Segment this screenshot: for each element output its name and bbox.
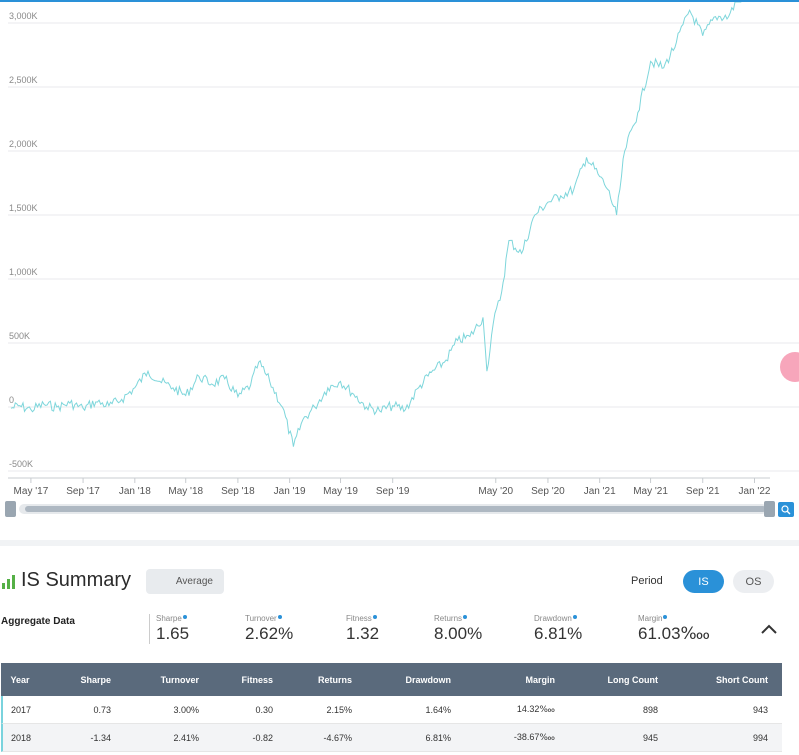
pnl-chart[interactable]: 3,000K 2,500K 2,000K 1,500K 1,000K 500K 0 -500K… (0, 2, 799, 502)
table-cell: 994 (752, 732, 768, 743)
column-header[interactable]: Drawdown (352, 675, 451, 685)
column-header[interactable]: Turnover (111, 675, 199, 685)
x-tick-label: May '19 (323, 486, 358, 497)
y-tick-label: 2,500K (9, 75, 38, 85)
table-cell: 945 (642, 732, 658, 743)
metric-value: 6.81% (534, 624, 583, 643)
navigator-right-handle[interactable] (764, 501, 775, 517)
metric-label: Margin (638, 614, 663, 623)
period-is-button[interactable]: IS (683, 570, 724, 593)
table-cell: 2.15% (326, 704, 352, 715)
column-header[interactable]: Fitness (199, 675, 273, 685)
info-dot-icon[interactable] (463, 615, 468, 619)
metric-label: Turnover (245, 614, 277, 623)
series-line[interactable] (10, 2, 742, 447)
table-cell: 898 (642, 704, 658, 715)
table-cell: 14.32‱ (516, 704, 555, 714)
y-tick-label: -500K (9, 459, 33, 469)
bar-chart-icon (2, 575, 15, 589)
info-dot-icon[interactable] (572, 615, 577, 619)
section-divider (0, 540, 799, 546)
table-header: Year Sharpe Turnover Fitness Returns Dra… (1, 663, 782, 696)
chevron-up-icon[interactable] (760, 622, 778, 636)
x-tick-label: Sep '21 (686, 486, 720, 497)
metric-turnover: Turnover 2.62% (245, 614, 293, 644)
table-cell: 2.41% (173, 732, 199, 743)
zoom-icon (781, 504, 791, 514)
table-row: 2018 -1.34 2.41% -0.82 -4.67% 6.81% -38.… (1, 724, 782, 752)
x-tick-label: Sep '19 (376, 486, 410, 497)
x-tick-label: Jan '19 (274, 486, 306, 497)
metric-label: Sharpe (156, 614, 182, 623)
info-dot-icon[interactable] (277, 615, 282, 619)
aggregate-data-label: Aggregate Data (1, 616, 75, 627)
metric-drawdown: Drawdown 6.81% (534, 614, 582, 644)
x-tick-label: May '17 (14, 486, 49, 497)
table-cell: 6.81% (425, 732, 451, 743)
metric-value: 1.65 (156, 624, 190, 643)
y-tick-label: 0 (9, 395, 14, 405)
metric-label: Fitness (346, 614, 372, 623)
y-tick-label: 2,000K (9, 139, 38, 149)
x-tick-label: Sep '17 (66, 486, 100, 497)
table-cell: 1.64% (425, 704, 451, 715)
column-header[interactable]: Sharpe (39, 675, 111, 685)
table-cell: 3.00% (173, 704, 199, 715)
chart-navigator-scrollbar[interactable] (5, 501, 775, 517)
x-tick-label: May '18 (168, 486, 203, 497)
y-tick-label: 3,000K (9, 11, 38, 21)
x-tick-label: Sep '20 (531, 486, 565, 497)
x-tick-label: Jan '18 (119, 486, 151, 497)
x-tick-label: May '20 (478, 486, 513, 497)
table-cell: 943 (752, 704, 768, 715)
y-tick-label: 1,500K (9, 203, 38, 213)
table-cell: -1.34 (90, 732, 111, 743)
table-cell: 0.30 (255, 704, 273, 715)
metric-label: Drawdown (534, 614, 572, 623)
table-cell: -0.82 (252, 732, 273, 743)
info-dot-icon[interactable] (372, 615, 377, 619)
metric-fitness: Fitness 1.32 (346, 614, 379, 644)
metric-label: Returns (434, 614, 463, 623)
metric-value: 2.62% (245, 624, 294, 643)
info-dot-icon[interactable] (182, 615, 187, 619)
metric-value: 1.32 (346, 624, 380, 643)
x-tick-label: Jan '22 (739, 486, 771, 497)
pnl-chart-svg[interactable]: 3,000K 2,500K 2,000K 1,500K 1,000K 500K 0 -500K… (0, 2, 799, 502)
navigator-thumb[interactable] (25, 506, 766, 512)
metric-sharpe: Sharpe 1.65 (149, 614, 189, 644)
period-os-button[interactable]: OS (733, 570, 774, 593)
average-button[interactable]: Average (146, 569, 224, 594)
summary-title: IS Summary (21, 569, 132, 591)
x-tick-label: Jan '21 (584, 486, 616, 497)
period-label: Period (631, 575, 663, 587)
metric-value: 61.03‱ (638, 624, 711, 643)
metric-margin: Margin 61.03‱ (638, 614, 710, 644)
yearly-stats-table: Year Sharpe Turnover Fitness Returns Dra… (1, 663, 782, 752)
column-header[interactable]: Year (1, 675, 39, 685)
zoom-button[interactable] (778, 502, 794, 517)
y-tick-label: 1,000K (9, 267, 38, 277)
x-tick-label: Sep '18 (221, 486, 255, 497)
table-cell: 2017 (10, 704, 32, 715)
y-tick-label: 500K (9, 331, 30, 341)
column-header[interactable]: Short Count (658, 675, 768, 685)
table-cell: -4.67% (323, 732, 352, 743)
metric-value: 8.00% (434, 624, 483, 643)
table-cell: 0.73 (93, 704, 111, 715)
column-header[interactable]: Long Count (555, 675, 658, 685)
column-header[interactable]: Returns (273, 675, 352, 685)
info-dot-icon[interactable] (663, 615, 668, 619)
x-tick-label: May '21 (633, 486, 668, 497)
navigator-left-handle[interactable] (5, 501, 16, 517)
table-row: 2017 0.73 3.00% 0.30 2.15% 1.64% 14.32‱ … (1, 696, 782, 724)
table-cell: -38.67‱ (513, 732, 555, 742)
column-header[interactable]: Margin (451, 675, 555, 685)
metric-returns: Returns 8.00% (434, 614, 482, 644)
table-cell: 2018 (10, 732, 32, 743)
